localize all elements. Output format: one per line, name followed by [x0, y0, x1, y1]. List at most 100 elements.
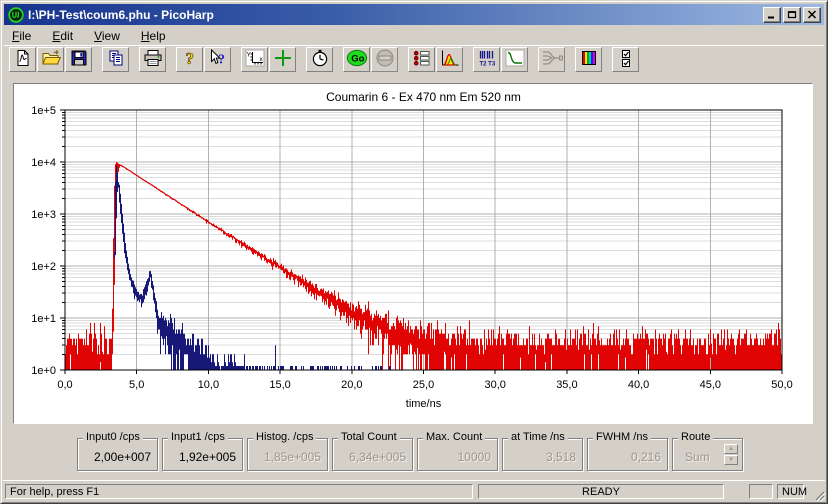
- histogram-display-icon: [440, 49, 460, 70]
- svg-text:1e+1: 1e+1: [31, 313, 56, 325]
- field-label: Max. Count: [423, 431, 485, 443]
- svg-text:35,0: 35,0: [556, 379, 577, 391]
- field-value: 10000: [458, 450, 491, 464]
- svg-text:Y: Y: [246, 52, 251, 59]
- t2t3-mode-button[interactable]: T2 T3: [473, 47, 500, 72]
- svg-text:?: ?: [185, 49, 194, 67]
- field-value: 3,518: [546, 450, 576, 464]
- stop-icon: [375, 49, 395, 70]
- field-input0-cps: Input0 /cps2,00e+007: [77, 438, 158, 471]
- new-file-icon: [14, 49, 32, 70]
- svg-text:1e+5: 1e+5: [31, 105, 56, 117]
- maximize-button[interactable]: [783, 7, 801, 23]
- app-window: I:\PH-Test\coum6.phu - PicoHarp File Edit…: [0, 0, 828, 504]
- field-fwhm-ns: FWHM /ns0,216: [587, 438, 668, 471]
- t2t3-mode-icon: T2 T3: [477, 49, 497, 70]
- field-histog-cps: Histog. /cps1,85e+005: [247, 438, 328, 471]
- svg-text:40,0: 40,0: [628, 379, 649, 391]
- svg-text:1e+0: 1e+0: [31, 365, 56, 377]
- field-label: Histog. /cps: [253, 431, 316, 443]
- channel-settings-button[interactable]: [408, 47, 435, 72]
- field-label: FWHM /ns: [593, 431, 651, 443]
- menu-item-edit[interactable]: Edit: [44, 27, 81, 45]
- save-file-button[interactable]: [65, 47, 92, 72]
- decay-curve-button[interactable]: [501, 47, 528, 72]
- go-button[interactable]: Go: [343, 47, 370, 72]
- axis-scaling-button[interactable]: Yx: [241, 47, 268, 72]
- route-spin-down-button[interactable]: ▼: [724, 455, 738, 465]
- minimize-button[interactable]: [763, 7, 781, 23]
- field-value: 1,92e+005: [179, 450, 236, 464]
- svg-text:30,0: 30,0: [484, 379, 505, 391]
- close-button[interactable]: [803, 7, 821, 23]
- context-help-icon: ?: [208, 49, 228, 70]
- acquisition-time-icon: [311, 49, 329, 70]
- field-route: RouteSum▲▼: [672, 438, 743, 471]
- stop-button: [371, 47, 398, 72]
- decay-curve-icon: [505, 49, 525, 70]
- svg-text:20,0: 20,0: [341, 379, 362, 391]
- svg-text:Coumarin 6 - Ex 470 nm Em 520: Coumarin 6 - Ex 470 nm Em 520 nm: [326, 90, 521, 104]
- context-help-button[interactable]: ?: [204, 47, 231, 72]
- cursor-cross-button[interactable]: [269, 47, 296, 72]
- field-at-time-ns: at Time /ns3,518: [502, 438, 583, 471]
- field-value: 1,85e+005: [264, 450, 321, 464]
- svg-text:50,0: 50,0: [771, 379, 792, 391]
- cursor-cross-icon: [273, 49, 293, 70]
- field-max-count: Max. Count10000: [417, 438, 498, 471]
- print-button[interactable]: [139, 47, 166, 72]
- field-total-count: Total Count6,34e+005: [332, 438, 413, 471]
- svg-text:time/ns: time/ns: [406, 398, 442, 410]
- svg-text:1e+2: 1e+2: [31, 261, 56, 273]
- open-file-button[interactable]: [37, 47, 64, 72]
- title-bar[interactable]: I:\PH-Test\coum6.phu - PicoHarp: [4, 4, 824, 25]
- menu-item-file[interactable]: File: [4, 27, 39, 45]
- menu-item-view[interactable]: View: [86, 27, 128, 45]
- svg-text:1e+3: 1e+3: [31, 209, 56, 221]
- route-spin-up-button[interactable]: ▲: [724, 444, 738, 454]
- status-numlock-indicator: NUM: [777, 484, 804, 499]
- copy-icon: [107, 49, 125, 70]
- svg-text:1e+4: 1e+4: [31, 157, 56, 169]
- histogram-display-button[interactable]: [436, 47, 463, 72]
- color-map-icon: [580, 49, 598, 70]
- svg-text:25,0: 25,0: [413, 379, 434, 391]
- menu-item-help[interactable]: Help: [133, 27, 174, 45]
- axis-scaling-icon: Yx: [245, 49, 265, 70]
- svg-text:?: ?: [218, 53, 225, 68]
- svg-text:5,0: 5,0: [129, 379, 144, 391]
- copy-button[interactable]: [102, 47, 129, 72]
- svg-text:T2 T3: T2 T3: [479, 62, 495, 68]
- field-label: Total Count: [338, 431, 400, 443]
- color-map-button[interactable]: [575, 47, 602, 72]
- rate-meter-panel: Input0 /cps2,00e+007Input1 /cps1,92e+005…: [77, 438, 747, 476]
- menu-bar: File Edit View Help: [4, 26, 824, 45]
- help-button[interactable]: ?: [176, 47, 203, 72]
- acquisition-time-button[interactable]: [306, 47, 333, 72]
- window-title: I:\PH-Test\coum6.phu - PicoHarp: [28, 8, 763, 22]
- field-value: 6,34e+005: [349, 450, 406, 464]
- status-bar: For help, press F1 READY NUM: [3, 480, 825, 501]
- routing-button: [538, 47, 565, 72]
- display-options-button[interactable]: [612, 47, 639, 72]
- field-label: at Time /ns: [508, 431, 568, 443]
- status-blank-pane: [749, 484, 773, 499]
- status-message: For help, press F1: [5, 484, 473, 499]
- routing-icon: [541, 49, 563, 70]
- field-label: Input1 /cps: [168, 431, 228, 443]
- field-label: Route: [678, 431, 713, 443]
- route-spinner: ▲▼: [724, 444, 738, 465]
- open-file-icon: [41, 49, 61, 70]
- display-options-icon: [618, 49, 634, 70]
- channel-settings-icon: [412, 49, 432, 70]
- toolbar: ?? Yx Go T2 T3: [4, 45, 824, 73]
- field-label: Input0 /cps: [83, 431, 143, 443]
- save-file-icon: [70, 49, 88, 70]
- resize-grip[interactable]: [812, 488, 825, 501]
- new-file-button[interactable]: [9, 47, 36, 72]
- svg-text:15,0: 15,0: [269, 379, 290, 391]
- histogram-panel: Coumarin 6 - Ex 470 nm Em 520 nm 1e+0 1e+1…: [13, 83, 813, 424]
- help-icon: ?: [182, 49, 198, 70]
- go-icon: Go: [346, 49, 368, 70]
- svg-text:10,0: 10,0: [198, 379, 219, 391]
